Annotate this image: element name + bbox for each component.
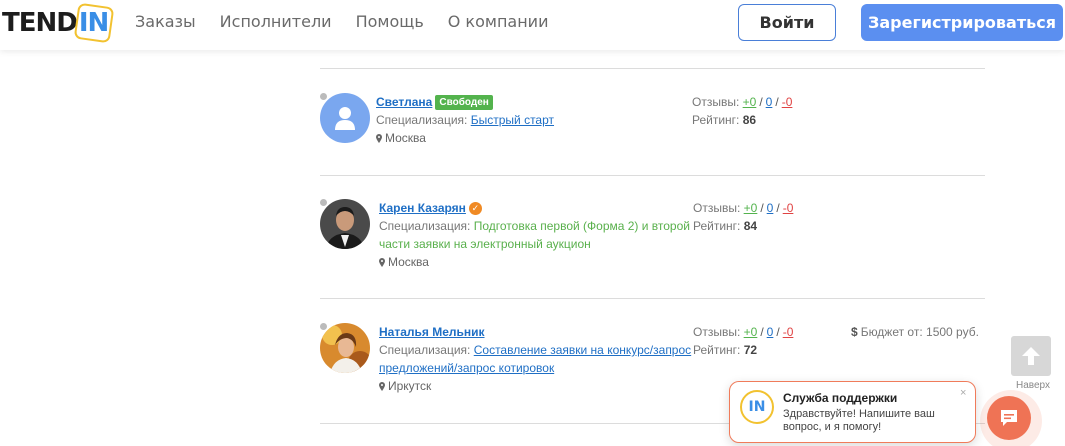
avatar-photo [320, 199, 370, 249]
rating-label: Рейтинг: [693, 219, 741, 233]
spec-label: Специализация: [379, 219, 471, 233]
reviews-neutral[interactable]: 0 [766, 95, 773, 109]
rating-label: Рейтинг: [693, 343, 741, 357]
spec-text-continued: части заявки на электронный аукцион [379, 237, 591, 251]
logo-in-mark: IN [78, 8, 109, 38]
chat-button[interactable] [987, 396, 1031, 440]
spec-link[interactable]: Быстрый старт [471, 113, 554, 127]
reviews-neutral[interactable]: 0 [767, 325, 774, 339]
rating-label: Рейтинг: [692, 113, 740, 127]
logo-text: TEND [2, 8, 78, 38]
support-title: Служба поддержки [783, 391, 898, 405]
rating-value: 72 [743, 343, 758, 357]
spec-link-continued[interactable]: предложений/запрос котировок [379, 361, 554, 375]
support-logo: IN [740, 390, 774, 424]
close-icon[interactable]: × [960, 387, 966, 399]
status-badge: Свободен [435, 94, 493, 110]
executor-info: Светлана Свободен Специализация: Быстрый… [376, 93, 554, 147]
nav-orders[interactable]: Заказы [135, 12, 196, 31]
reviews-label: Отзывы: [693, 201, 741, 215]
map-pin-icon [379, 381, 385, 391]
executor-name[interactable]: Светлана [376, 93, 432, 111]
avatar[interactable] [320, 323, 370, 373]
reviews-negative[interactable]: -0 [783, 325, 794, 339]
budget-label: Бюджет от: [860, 325, 923, 339]
reviews-positive[interactable]: +0 [744, 325, 758, 339]
arrow-up-icon [1022, 347, 1040, 365]
avatar-photo [320, 323, 370, 373]
main-nav: Заказы Исполнители Помощь О компании [135, 12, 548, 31]
site-header: TEND IN Заказы Исполнители Помощь О комп… [0, 0, 1065, 50]
status-dot [320, 323, 327, 330]
spec-label: Специализация: [379, 343, 471, 357]
map-pin-icon [376, 133, 382, 143]
executor-info: Наталья Мельник Специализация: Составлен… [379, 323, 691, 395]
status-dot [320, 199, 327, 206]
city-name: Москва [385, 131, 426, 145]
verified-icon: ✓ [468, 201, 482, 215]
spec-label: Специализация: [376, 113, 468, 127]
budget: $ Бюджет от: 1500 руб. [851, 325, 979, 339]
scroll-top-button[interactable] [1011, 336, 1051, 376]
city-name: Москва [388, 255, 429, 269]
spec-text: Подготовка первой (Форма 2) и второй [473, 219, 690, 233]
nav-about[interactable]: О компании [448, 12, 549, 31]
city: Москва [379, 253, 690, 271]
reviews-positive[interactable]: +0 [744, 201, 758, 215]
budget-value: 1500 руб. [926, 325, 979, 339]
status-dot [320, 93, 327, 100]
list-divider [320, 298, 985, 299]
reviews-positive[interactable]: +0 [743, 95, 757, 109]
executor-info: Карен Казарян ✓ Специализация: Подготовк… [379, 199, 690, 271]
scroll-top-label: Наверх [1016, 380, 1050, 391]
user-icon [335, 107, 355, 130]
list-divider [320, 175, 985, 176]
city: Москва [376, 129, 554, 147]
reviews-neutral[interactable]: 0 [767, 201, 774, 215]
executor-name[interactable]: Карен Казарян [379, 199, 466, 217]
avatar[interactable] [320, 199, 370, 249]
executor-name[interactable]: Наталья Мельник [379, 323, 485, 341]
spec-link[interactable]: Составление заявки на конкурс/запрос [474, 343, 691, 357]
rating-value: 86 [742, 113, 757, 127]
reviews-negative[interactable]: -0 [782, 95, 793, 109]
register-button[interactable]: Зарегистрироваться [861, 4, 1063, 41]
login-button[interactable]: Войти [738, 4, 836, 41]
rating-value: 84 [743, 219, 758, 233]
nav-executors[interactable]: Исполнители [220, 12, 332, 31]
dollar-icon: $ [851, 325, 858, 339]
reviews-negative[interactable]: -0 [783, 201, 794, 215]
support-widget[interactable]: IN Служба поддержки Здравствуйте! Напиши… [729, 381, 976, 443]
executor-stats: Отзывы: +0/0/-0 Рейтинг: 72 [693, 325, 794, 357]
nav-help[interactable]: Помощь [356, 12, 424, 31]
list-divider [320, 68, 985, 69]
reviews-label: Отзывы: [693, 325, 741, 339]
reviews-label: Отзывы: [692, 95, 740, 109]
site-logo[interactable]: TEND IN [2, 7, 109, 39]
support-message: Здравствуйте! Напишите ваш вопрос, и я п… [783, 408, 935, 433]
executor-stats: Отзывы: +0/0/-0 Рейтинг: 84 [693, 201, 794, 233]
city-name: Иркутск [388, 379, 432, 393]
map-pin-icon [379, 257, 385, 267]
avatar[interactable] [320, 93, 370, 143]
executor-stats: Отзывы: +0/0/-0 Рейтинг: 86 [692, 95, 793, 127]
city: Иркутск [379, 377, 691, 395]
chat-icon [1001, 410, 1017, 426]
